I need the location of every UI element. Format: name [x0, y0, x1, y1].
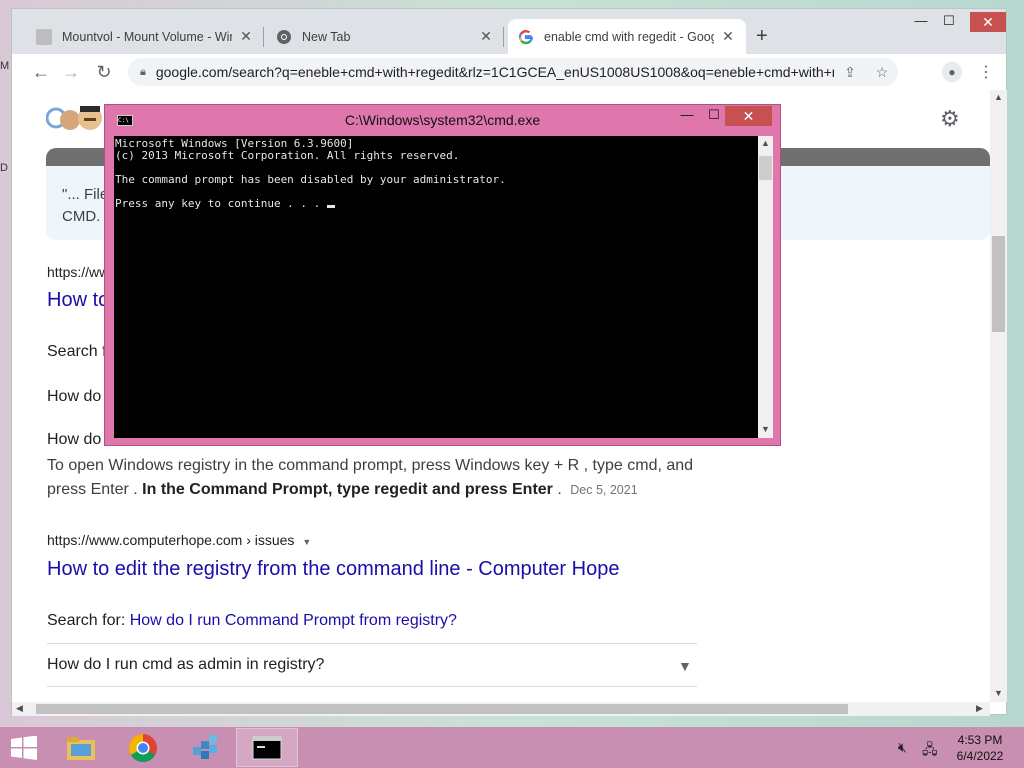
scroll-up-arrow-icon[interactable]: ▲: [761, 138, 770, 148]
caret-down-icon[interactable]: ▼: [302, 537, 311, 547]
cmd-maximize-button[interactable]: ☐: [702, 107, 726, 123]
taskbar-cmd[interactable]: [236, 728, 298, 767]
system-clock[interactable]: 4:53 PM 6/4/2022: [950, 732, 1010, 764]
faq-item[interactable]: How do I run cmd as admin in registry?: [47, 656, 324, 674]
snippet-text: To open Windows registry in the command …: [47, 454, 707, 502]
new-tab-button[interactable]: +: [756, 25, 768, 48]
url-text[interactable]: google.com/search?q=eneble+cmd+with+rege…: [156, 64, 834, 80]
minimize-button[interactable]: —: [912, 13, 930, 28]
desktop-edge-glyph: D: [0, 162, 8, 174]
search-for-link[interactable]: How do I run Command Prompt from registr…: [130, 612, 457, 629]
registry-editor-icon: [193, 734, 217, 759]
scroll-up-arrow-icon[interactable]: ▲: [994, 92, 1003, 102]
chevron-down-icon[interactable]: ▼: [678, 658, 692, 674]
console-line: (c) 2013 Microsoft Corporation. All righ…: [115, 149, 460, 162]
result-title-link[interactable]: How to: [47, 289, 109, 312]
profile-avatar-icon[interactable]: ●: [942, 62, 962, 82]
cmd-close-button[interactable]: ✕: [725, 106, 772, 126]
cmd-icon: [252, 736, 282, 759]
console-line: The command prompt has been disabled by …: [115, 173, 506, 186]
vertical-scrollbar[interactable]: ▲ ▼: [990, 90, 1007, 702]
share-icon[interactable]: ⇪: [840, 64, 860, 81]
text-cursor: [326, 205, 335, 208]
tab-google-search[interactable]: enable cmd with regedit - Googl ✕: [508, 19, 746, 54]
taskbar-chrome[interactable]: [112, 728, 174, 767]
cmd-scrollbar[interactable]: ▲ ▼: [758, 136, 773, 438]
vertical-scroll-thumb[interactable]: [992, 236, 1005, 332]
taskbar: 🔇︎ 🖧︎ 4:53 PM 6/4/2022: [0, 727, 1024, 768]
chrome-icon: [276, 29, 292, 45]
snippet-bold: In the Command Prompt, type regedit and …: [142, 481, 553, 498]
google-doodle-logo[interactable]: [45, 104, 108, 136]
back-arrow-icon[interactable]: ←: [30, 62, 52, 83]
close-tab-icon[interactable]: ✕: [720, 28, 736, 45]
kebab-menu-icon[interactable]: ⋮: [978, 62, 994, 82]
scroll-down-arrow-icon[interactable]: ▼: [761, 424, 770, 434]
scroll-down-arrow-icon[interactable]: ▼: [994, 688, 1003, 698]
chrome-icon: [129, 733, 157, 762]
result-title-link[interactable]: How to edit the registry from the comman…: [47, 558, 619, 581]
window-close-button[interactable]: ✕: [970, 12, 1006, 32]
card-text: "... File CMD.: [62, 184, 108, 228]
file-explorer-icon: [67, 736, 95, 760]
tab-strip: Mountvol - Mount Volume - Win ✕ New Tab …: [12, 9, 1006, 54]
horizontal-scrollbar[interactable]: ◀ ▶: [12, 702, 990, 716]
tab-title: New Tab: [302, 29, 351, 44]
scroll-right-arrow-icon[interactable]: ▶: [976, 703, 983, 714]
clock-date: 6/4/2022: [956, 749, 1004, 763]
search-for-line[interactable]: Search f: [47, 343, 107, 361]
taskbar-registry-editor[interactable]: [174, 728, 236, 767]
google-icon: [518, 29, 534, 45]
console-line: Press any key to continue . . .: [115, 197, 327, 210]
result-url-text: https://www.computerhope.com › issues: [47, 532, 295, 548]
scroll-left-arrow-icon[interactable]: ◀: [16, 703, 23, 714]
divider: [47, 643, 697, 644]
bookmark-star-icon[interactable]: ☆: [872, 64, 892, 81]
reload-icon[interactable]: ↻: [93, 62, 115, 83]
tab-title: Mountvol - Mount Volume - Win: [62, 29, 232, 44]
console-text: Microsoft Windows [Version 6.3.9600] (c)…: [115, 138, 506, 210]
console-output[interactable]: Microsoft Windows [Version 6.3.9600] (c)…: [114, 136, 758, 438]
volume-muted-icon[interactable]: 🔇︎: [898, 739, 907, 756]
snippet-period: .: [557, 481, 562, 498]
card-text-line: "... File: [62, 186, 109, 203]
tab-title: enable cmd with regedit - Googl: [544, 29, 714, 44]
close-tab-icon[interactable]: ✕: [478, 28, 494, 45]
cmd-window[interactable]: C:\ C:\Windows\system32\cmd.exe — ☐ ✕ Mi…: [104, 104, 781, 446]
doc-icon: [36, 28, 52, 45]
taskbar-file-explorer[interactable]: [50, 728, 112, 767]
faq-item[interactable]: How do: [47, 431, 101, 449]
faq-item[interactable]: How do: [47, 388, 101, 406]
horizontal-scroll-thumb[interactable]: [36, 704, 848, 714]
address-bar[interactable]: 🔒︎ google.com/search?q=eneble+cmd+with+r…: [128, 58, 898, 86]
cmd-minimize-button[interactable]: —: [675, 107, 699, 122]
snippet-date: Dec 5, 2021: [570, 483, 638, 497]
tab-new-tab[interactable]: New Tab ✕: [266, 19, 504, 54]
result-url[interactable]: https://ww: [47, 264, 109, 280]
cmd-scroll-thumb[interactable]: [759, 156, 772, 180]
maximize-button[interactable]: ☐: [940, 13, 958, 29]
search-for-line: Search for: How do I run Command Prompt …: [47, 612, 457, 630]
clock-time: 4:53 PM: [957, 733, 1003, 747]
card-text-line: CMD.: [62, 208, 101, 225]
lock-icon: 🔒︎: [140, 65, 146, 78]
tab-mountvol[interactable]: Mountvol - Mount Volume - Win ✕: [26, 19, 264, 54]
network-icon[interactable]: 🖧︎: [922, 739, 938, 763]
desktop-edge-glyph: M: [0, 60, 10, 72]
browser-toolbar: ← → ↻ 🔒︎ google.com/search?q=eneble+cmd+…: [12, 54, 1006, 90]
search-for-label: Search for:: [47, 612, 126, 629]
divider: [47, 686, 697, 687]
cmd-titlebar[interactable]: C:\ C:\Windows\system32\cmd.exe — ☐ ✕: [105, 105, 780, 133]
windows-start-icon[interactable]: [10, 735, 38, 760]
result-url[interactable]: https://www.computerhope.com › issues ▼: [47, 532, 311, 548]
forward-arrow-icon[interactable]: →: [60, 62, 82, 83]
settings-gear-icon[interactable]: ⚙: [940, 106, 960, 132]
close-tab-icon[interactable]: ✕: [238, 28, 254, 45]
